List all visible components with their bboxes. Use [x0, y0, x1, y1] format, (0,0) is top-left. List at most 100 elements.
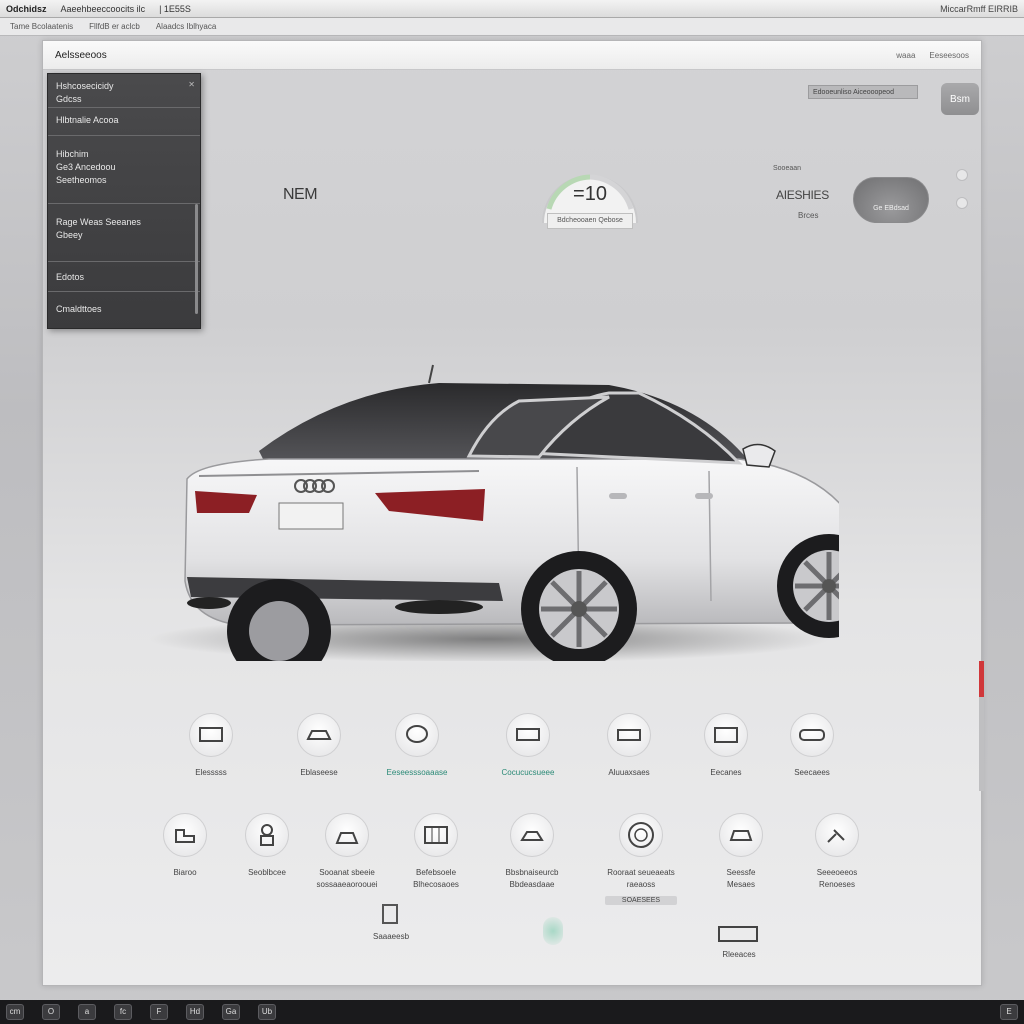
sidebar-item-range[interactable]: Rage Weas Seeanes Gbeey — [48, 204, 200, 262]
feature-sublabel: Renoeses — [818, 880, 856, 889]
feature-label: Saaaeesb — [372, 932, 410, 941]
sidebar-item-vehicle[interactable]: Hshcosecicidy Gdcss — [48, 74, 200, 108]
taskbar-item[interactable]: Ub — [258, 1004, 276, 1020]
feature-label: Sooanat sbeeie — [319, 868, 375, 877]
display-panel-icon — [506, 713, 550, 757]
trunk-icon — [719, 813, 763, 857]
tools-icon — [815, 813, 859, 857]
sidebar-item-label: Edotos — [56, 272, 85, 282]
main-window: Aelsseeoos waaa Eeseesoos ✕ Hshcosecicid… — [42, 40, 984, 986]
feature-label: Rooraat seueaeats — [607, 868, 675, 877]
scrollbar-thumb[interactable] — [979, 661, 984, 697]
taskbar-item[interactable]: Hd — [186, 1004, 204, 1020]
feature-tile[interactable]: Eblaseese — [289, 713, 349, 778]
monitor-icon — [189, 713, 233, 757]
sidebar-item-label: Gbeey — [56, 230, 83, 240]
sidebar-item-edits[interactable]: Edotos — [48, 262, 200, 292]
os-title-bar: Odchidsz Aaeehbeeccoocits ilc | 1E55S Mi… — [0, 0, 1024, 18]
feature-tile[interactable]: Saaaeesb — [361, 903, 421, 942]
close-icon[interactable]: ✕ — [188, 80, 195, 89]
feature-tile[interactable]: Seoblbcee — [239, 813, 295, 878]
toggle-dot[interactable] — [956, 197, 968, 209]
sidebar-item-label: Gdcss — [56, 94, 82, 104]
feature-label: Seeeoeeos — [816, 868, 858, 877]
system-tray: E — [1000, 1004, 1018, 1020]
taskbar-item[interactable]: a — [78, 1004, 96, 1020]
feature-tile[interactable]: Befebsoele Blhecosaoes — [405, 813, 467, 890]
feature-tile[interactable]: Seeeoeeos Renoeses — [807, 813, 867, 890]
feature-tile[interactable]: Rooraat seueaeats raeaoss SOAESEES — [603, 813, 679, 905]
car-side-icon — [297, 713, 341, 757]
sidebar-item-info[interactable]: Hibchim Ge3 Ancedoou Seetheomos — [48, 136, 200, 204]
feature-tile[interactable]: Elesssss — [183, 713, 239, 778]
feature-label: Eecanes — [710, 768, 742, 777]
menu-item[interactable]: FllfdB er aclcb — [89, 22, 140, 31]
taskbar-item[interactable]: Ga — [222, 1004, 240, 1020]
feature-label: Seoblbcee — [248, 868, 286, 877]
vertical-scrollbar[interactable] — [979, 661, 984, 791]
feature-label: Cocucucsueee — [501, 768, 555, 777]
grille-icon — [790, 713, 834, 757]
sidebar-item-conditions[interactable]: Cmaldttoes — [48, 292, 200, 324]
feature-label: Befebsoele — [415, 868, 457, 877]
sidebar-item-label: Hshcosecicidy — [56, 81, 114, 91]
pill-gauge: Ge EBdsad — [853, 177, 929, 223]
taskbar-item[interactable]: cm — [6, 1004, 24, 1020]
toggle-dot[interactable] — [956, 169, 968, 181]
feature-tile[interactable]: Eecanes — [701, 713, 751, 778]
feature-label: Bbsbnaiseurcb — [505, 868, 559, 877]
feature-label: Biaroo — [173, 868, 197, 877]
sidebar-item-label: Hibchim — [56, 149, 89, 159]
search-input[interactable]: Edooeunliso Aiceooopeod — [808, 85, 918, 99]
window-title: Aelsseeoos — [55, 49, 107, 61]
sidebar-item-label: Rage Weas Seeanes — [56, 217, 141, 227]
feature-tile[interactable]: Cocucucsueee — [493, 713, 563, 778]
taskbar-item[interactable]: O — [42, 1004, 60, 1020]
sidebar-item-label: Hlbtnalie Acooa — [56, 115, 119, 125]
app-name: Odchidsz — [6, 3, 47, 14]
feature-label: Eeseesssoaaase — [386, 768, 448, 777]
header-button-a[interactable]: waaa — [896, 51, 915, 60]
page-title: NEM — [283, 186, 318, 203]
feature-tile[interactable]: Seecaees — [787, 713, 837, 778]
taskbar-item[interactable]: fc — [114, 1004, 132, 1020]
taskbar-item[interactable]: E — [1000, 1004, 1018, 1020]
sidebar-panel: ✕ Hshcosecicidy Gdcss Hlbtnalie Acooa Hi… — [47, 73, 201, 329]
feature-tile[interactable]: Bbsbnaiseurcb Bbdeasdaae — [499, 813, 565, 890]
dashboard-icon — [607, 713, 651, 757]
feature-tile[interactable]: Rleeaces — [711, 923, 767, 960]
header-button-b[interactable]: Eeseesoos — [929, 51, 969, 60]
sidebar-scrollbar[interactable] — [195, 204, 198, 314]
feature-label: Eblaseese — [300, 768, 338, 777]
engine-icon — [510, 813, 554, 857]
address-text[interactable]: Aaeehbeeccoocits ilc — [61, 4, 146, 14]
feature-sublabel: Mesaes — [726, 880, 755, 889]
speech-bubble-icon — [395, 713, 439, 757]
taskbar-item[interactable]: F — [150, 1004, 168, 1020]
feature-label: Seessfe — [726, 868, 756, 877]
range-gauge: =10 Bdcheooaen Qebose — [535, 143, 645, 231]
menu-item[interactable]: Tame Bcolaatenis — [10, 22, 73, 31]
window-header: Aelsseeoos waaa Eeseesoos — [43, 41, 981, 70]
feature-label: Aluuaxsaes — [608, 768, 650, 777]
feature-tile[interactable]: Biaroo — [157, 813, 213, 878]
gauge-value: =10 — [573, 183, 607, 205]
feature-sublabel: Bbdeasdaae — [509, 880, 555, 889]
feature-sublabel: Blhecosaoes — [413, 880, 459, 889]
document-icon — [381, 903, 401, 927]
feature-tile[interactable]: Eeseesssoaaase — [381, 713, 453, 778]
status-glow — [543, 917, 563, 945]
wheel-outline-icon — [619, 813, 663, 857]
corner-button[interactable]: Bsm — [941, 83, 979, 115]
feature-label: Seecaees — [794, 768, 830, 777]
feature-tile[interactable]: Sooanat sbeeie sossaaeaoroouei — [309, 813, 385, 890]
taskbar: cm O a fc F Hd Ga Ub E — [0, 1000, 1024, 1024]
menu-bar: Tame Bcolaatenis FllfdB er aclcb Alaadcs… — [0, 18, 1024, 36]
feature-tile[interactable]: Seessfe Mesaes — [713, 813, 769, 890]
menu-item[interactable]: Alaadcs Iblhyaca — [156, 22, 216, 31]
stat-caption: Sooeaan — [773, 165, 802, 172]
feature-tile[interactable]: Aluuaxsaes — [601, 713, 657, 778]
steering-icon — [325, 813, 369, 857]
feature-sublabel: sossaaeaoroouei — [316, 880, 378, 889]
sidebar-item-account[interactable]: Hlbtnalie Acooa — [48, 108, 200, 136]
